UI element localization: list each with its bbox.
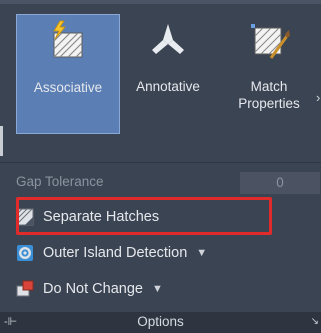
options-ribbon-panel: Associative Annotative Match Properties (0, 0, 321, 333)
associative-label: Associative (33, 80, 103, 95)
panel-top-border (0, 0, 321, 4)
associative-hatch-icon (53, 20, 83, 58)
gap-tolerance-row: Gap Tolerance 0 (10, 172, 320, 194)
more-chevron-icon[interactable]: › (316, 90, 320, 105)
divider (0, 162, 321, 163)
annotative-label: Annotative (136, 79, 200, 94)
draw-order-icon (16, 280, 34, 297)
gap-tolerance-label: Gap Tolerance (16, 174, 104, 189)
dropdown-caret-icon: ▼ (151, 283, 163, 295)
panel-footer[interactable]: -⊩ Options ↘ (0, 312, 321, 333)
separate-hatches-label: Separate Hatches (43, 209, 160, 225)
match-properties-icon (251, 24, 290, 59)
draw-order-label: Do Not Change (43, 281, 143, 297)
separate-hatches-button[interactable]: Separate Hatches (16, 204, 306, 230)
panel-left-edge (0, 126, 3, 156)
annotative-icon (152, 24, 184, 54)
match-properties-label: Match Properties (238, 79, 300, 111)
match-properties-button[interactable]: Match Properties (217, 14, 321, 134)
island-detection-label: Outer Island Detection (43, 245, 188, 261)
associative-button[interactable]: Associative (16, 14, 120, 134)
panel-title: Options (137, 314, 184, 329)
dropdown-caret-icon: ▼ (196, 247, 208, 259)
island-detection-icon (17, 245, 33, 261)
draw-order-dropdown[interactable]: Do Not Change ▼ (16, 276, 306, 302)
gap-tolerance-input[interactable]: 0 (240, 172, 320, 194)
island-detection-dropdown[interactable]: Outer Island Detection ▼ (16, 240, 306, 266)
annotative-button[interactable]: Annotative (120, 14, 216, 134)
dialog-launcher-icon[interactable]: ↘ (311, 316, 319, 327)
separate-hatches-icon (16, 208, 34, 226)
